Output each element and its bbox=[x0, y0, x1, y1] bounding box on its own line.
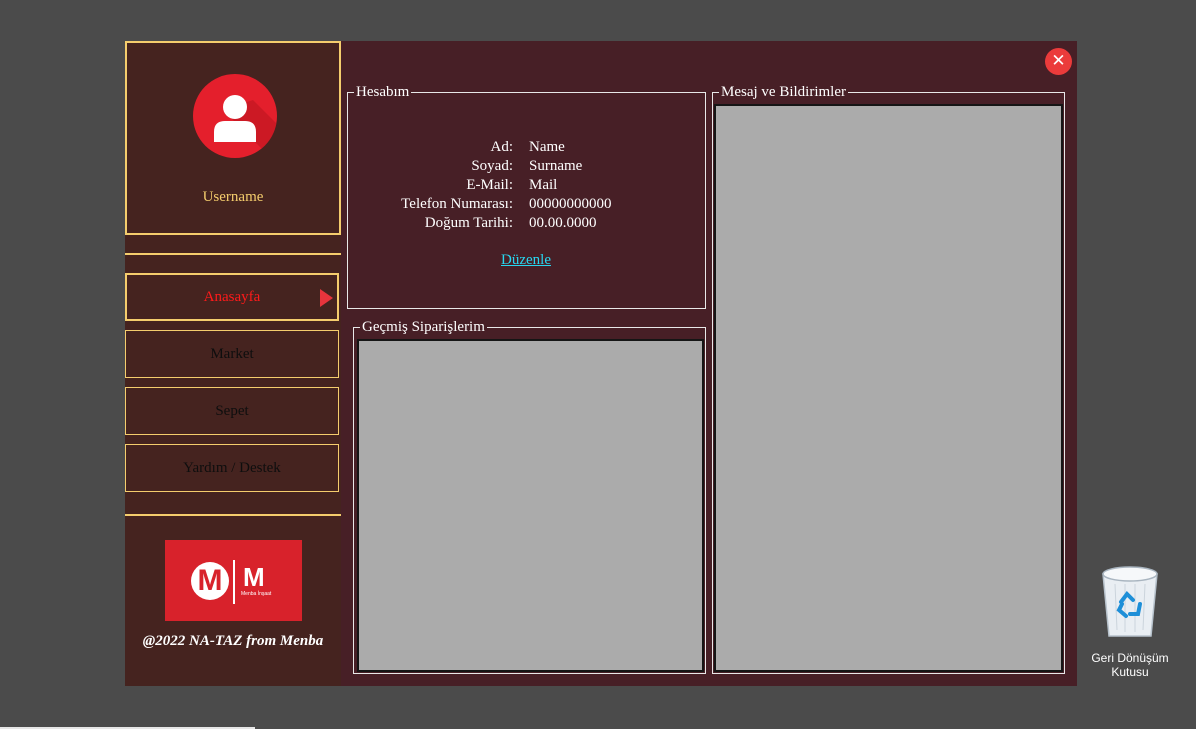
desktop: Username Anasayfa Market Sepet Yardım / … bbox=[0, 0, 1196, 729]
username-label: Username bbox=[202, 189, 264, 205]
info-value: Mail bbox=[529, 177, 558, 193]
nav-item-sepet[interactable]: Sepet bbox=[125, 387, 339, 435]
info-label: Soyad: bbox=[471, 158, 513, 174]
sidebar: Username Anasayfa Market Sepet Yardım / … bbox=[125, 41, 341, 686]
recycle-bin-label: Geri Dönüşüm Kutusu bbox=[1085, 651, 1175, 679]
company-logo: M M Menba İnşaat bbox=[165, 540, 302, 621]
nav-item-label: Market bbox=[210, 346, 254, 362]
recycle-bin-label-line2: Kutusu bbox=[1111, 665, 1149, 679]
close-button[interactable]: ✕ bbox=[1045, 48, 1072, 75]
app-window: Username Anasayfa Market Sepet Yardım / … bbox=[125, 41, 1077, 686]
info-row-ad: Ad: Name bbox=[348, 138, 704, 157]
nav-item-label: Anasayfa bbox=[203, 289, 261, 305]
info-value: Surname bbox=[529, 158, 583, 174]
orders-group: Geçmiş Siparişlerim bbox=[353, 318, 706, 674]
profile-box: Username bbox=[125, 41, 341, 235]
close-icon: ✕ bbox=[1051, 51, 1066, 71]
messages-group: Mesaj ve Bildirimler bbox=[712, 83, 1065, 674]
logo-letter: M bbox=[243, 562, 265, 592]
logo-circle-letter: M bbox=[191, 562, 229, 600]
info-label: E-Mail: bbox=[466, 177, 513, 193]
recycle-bin-shortcut[interactable]: Geri Dönüşüm Kutusu bbox=[1085, 562, 1175, 679]
orders-group-title: Geçmiş Siparişlerim bbox=[360, 318, 487, 336]
logo-subtitle: Menba İnşaat bbox=[241, 591, 272, 597]
sidebar-divider-top bbox=[125, 253, 341, 255]
info-row-email: E-Mail: Mail bbox=[348, 176, 704, 195]
recycle-bin-label-line1: Geri Dönüşüm bbox=[1091, 651, 1169, 665]
info-row-dogum-tarihi: Doğum Tarihi: 00.00.0000 bbox=[348, 214, 704, 233]
edit-profile-link[interactable]: Düzenle bbox=[348, 252, 704, 269]
nav-item-market[interactable]: Market bbox=[125, 330, 339, 378]
info-row-soyad: Soyad: Surname bbox=[348, 157, 704, 176]
sidebar-divider-bottom bbox=[125, 514, 341, 516]
active-arrow-icon bbox=[320, 289, 333, 307]
info-label: Doğum Tarihi: bbox=[424, 215, 513, 231]
nav-item-yardim-destek[interactable]: Yardım / Destek bbox=[125, 444, 339, 492]
info-label: Telefon Numarası: bbox=[401, 196, 513, 212]
info-row-telefon: Telefon Numarası: 00000000000 bbox=[348, 195, 704, 214]
info-value: 00.00.0000 bbox=[529, 215, 597, 231]
orders-list[interactable] bbox=[357, 339, 704, 672]
info-label: Ad: bbox=[490, 139, 514, 155]
info-value: Name bbox=[529, 139, 565, 155]
user-avatar-icon bbox=[193, 74, 277, 158]
logo-divider bbox=[233, 560, 235, 604]
messages-group-title: Mesaj ve Bildirimler bbox=[719, 83, 848, 101]
account-group: Hesabım Ad: Name Soyad: Surname E-Mail: … bbox=[347, 83, 706, 309]
messages-list[interactable] bbox=[714, 104, 1063, 672]
nav-item-anasayfa[interactable]: Anasayfa bbox=[125, 273, 339, 321]
nav-item-label: Yardım / Destek bbox=[183, 460, 281, 476]
nav-item-label: Sepet bbox=[215, 403, 249, 419]
account-group-title: Hesabım bbox=[354, 83, 412, 101]
info-value: 00000000000 bbox=[529, 196, 612, 212]
recycle-bin-icon bbox=[1102, 566, 1158, 637]
copyright-text: @2022 NA-TAZ from Menba bbox=[142, 633, 324, 649]
